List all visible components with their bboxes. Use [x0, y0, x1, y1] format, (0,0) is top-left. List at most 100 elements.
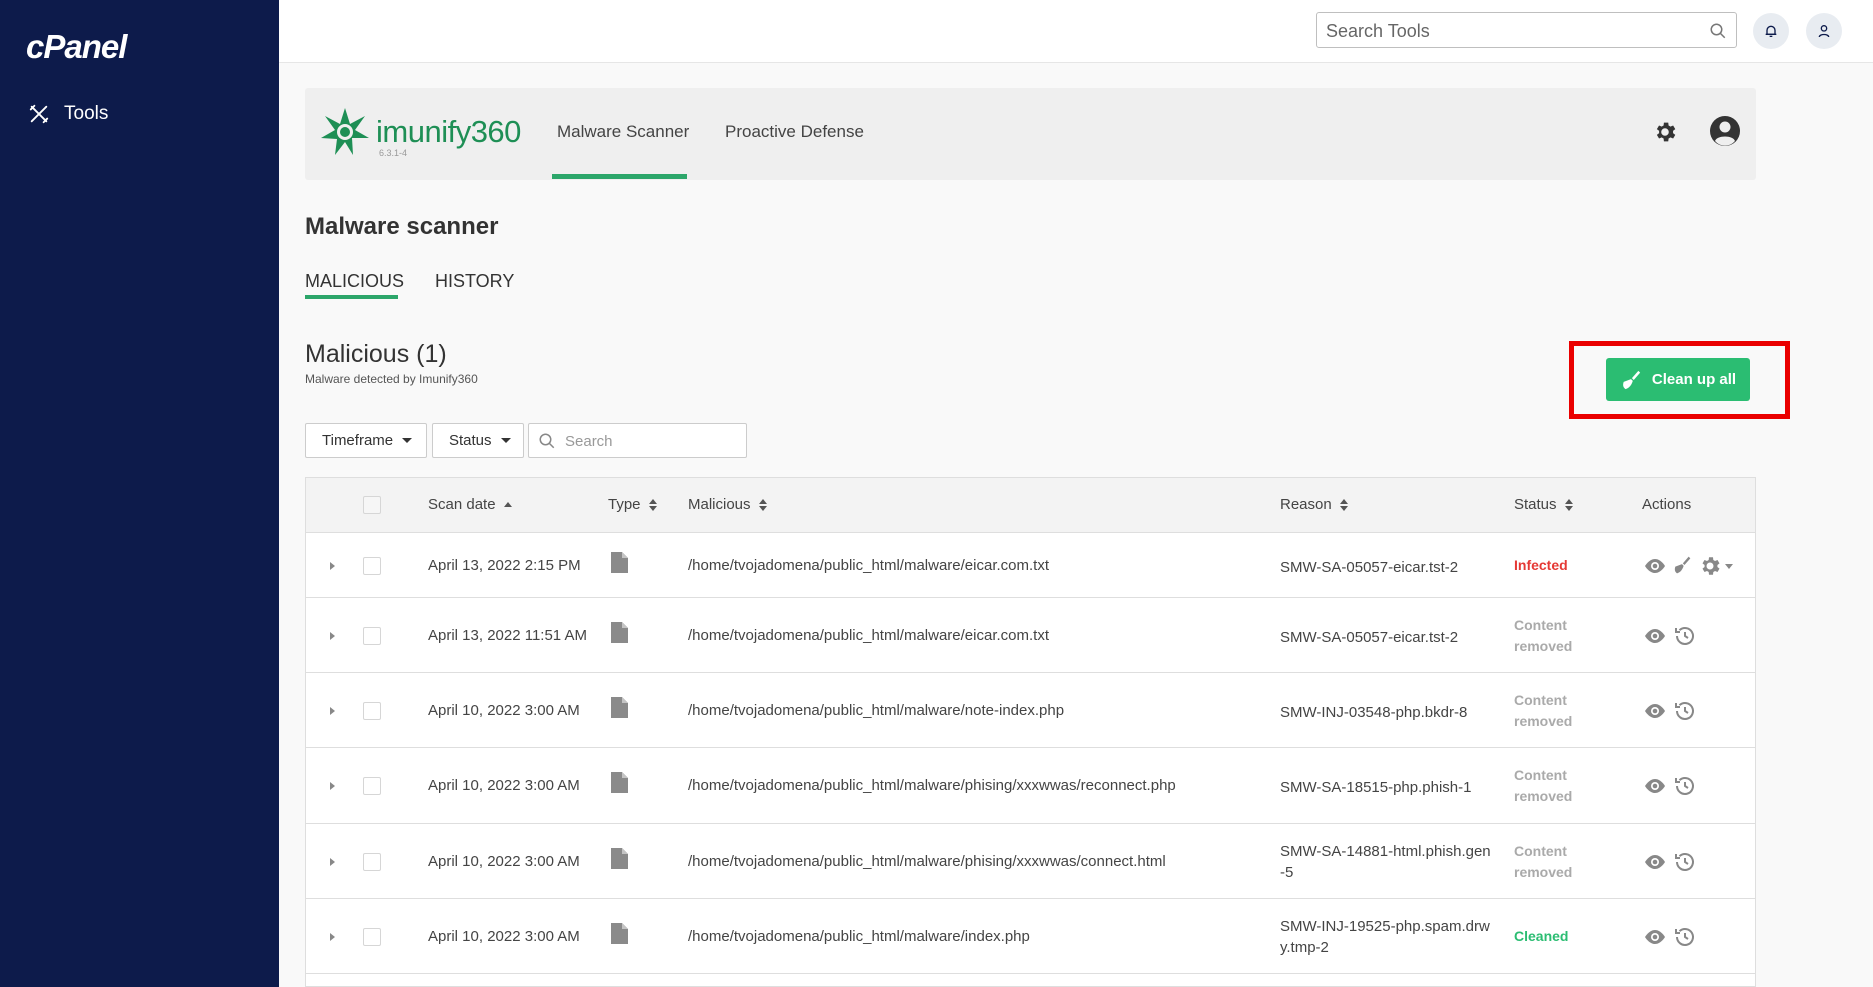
- malicious-path: /home/tvojadomena/public_html/malware/ph…: [688, 852, 1166, 870]
- row-checkbox[interactable]: [363, 556, 381, 575]
- scan-date: April 10, 2022 3:00 AM: [428, 701, 580, 719]
- sort-icon: [758, 498, 767, 511]
- imunify-logo: imunify360 6.3.1-4: [319, 106, 521, 158]
- restore-history-icon[interactable]: [1673, 699, 1697, 723]
- clean-up-all-label: Clean up all: [1651, 371, 1737, 388]
- row-checkbox[interactable]: [363, 777, 381, 795]
- imunify-header: imunify360 6.3.1-4 Malware Scanner Proac…: [305, 88, 1756, 180]
- row-checkbox[interactable]: [363, 701, 381, 720]
- scan-date: April 13, 2022 2:15 PM: [428, 556, 581, 574]
- search-tools-input[interactable]: Search Tools: [1316, 12, 1737, 48]
- timeframe-dropdown[interactable]: Timeframe: [305, 423, 427, 458]
- malicious-path: /home/tvojadomena/public_html/malware/ei…: [688, 626, 1049, 644]
- view-eye-icon[interactable]: [1643, 624, 1667, 648]
- page-title: Malware scanner: [305, 213, 499, 240]
- status-badge: Content removed: [1514, 691, 1573, 729]
- file-icon: [611, 772, 628, 793]
- sidebar: cPanel Tools: [0, 0, 279, 987]
- malicious-path: /home/tvojadomena/public_html/malware/ph…: [688, 777, 1176, 794]
- search-icon: [539, 433, 555, 449]
- search-tools-placeholder: Search Tools: [1326, 21, 1430, 41]
- notifications-button[interactable]: [1753, 13, 1789, 49]
- row-checkbox[interactable]: [363, 927, 381, 946]
- expand-row-icon[interactable]: [330, 561, 335, 570]
- scan-date: April 10, 2022 3:00 AM: [428, 852, 580, 870]
- table-row[interactable]: April 13, 2022 2:15 PM/home/tvojadomena/…: [306, 533, 1755, 598]
- restore-history-icon[interactable]: [1673, 850, 1697, 874]
- file-icon: [611, 847, 628, 869]
- reason: SMW-SA-05057-eicar.tst-2: [1280, 558, 1459, 576]
- view-eye-icon[interactable]: [1643, 554, 1667, 578]
- restore-history-icon[interactable]: [1673, 925, 1697, 949]
- account-icon[interactable]: [1709, 115, 1741, 147]
- tab-history[interactable]: HISTORY: [435, 271, 514, 292]
- tab-malware-scanner[interactable]: Malware Scanner: [557, 122, 689, 142]
- expand-row-icon[interactable]: [330, 706, 335, 715]
- malicious-path: /home/tvojadomena/public_html/malware/in…: [688, 927, 1030, 945]
- view-eye-icon[interactable]: [1643, 699, 1667, 723]
- sort-icon: [648, 498, 657, 511]
- table-header: Scan date Type Malicious Reason Status A…: [306, 478, 1755, 533]
- file-icon: [611, 696, 628, 718]
- caret-down-icon[interactable]: [1725, 563, 1733, 569]
- bell-icon: [1765, 25, 1777, 37]
- expand-row-icon[interactable]: [330, 932, 335, 941]
- expand-row-icon[interactable]: [330, 782, 335, 790]
- table-row[interactable]: April 10, 2022 3:00 AM/home/tvojadomena/…: [306, 673, 1755, 748]
- expand-row-icon[interactable]: [330, 857, 335, 866]
- settings-gear-icon[interactable]: [1652, 119, 1678, 145]
- search-input[interactable]: Search: [528, 423, 747, 458]
- table-row[interactable]: April 13, 2022 11:51 AM/home/tvojadomena…: [306, 598, 1755, 673]
- column-scan-date[interactable]: Scan date: [428, 496, 512, 513]
- column-label: Reason: [1280, 496, 1332, 513]
- active-tab-indicator: [552, 174, 687, 179]
- broom-icon: [1623, 370, 1641, 389]
- scan-date: April 10, 2022 3:00 AM: [428, 777, 580, 794]
- status-dropdown[interactable]: Status: [432, 423, 524, 458]
- column-status[interactable]: Status: [1514, 496, 1573, 513]
- status-badge: Cleaned: [1514, 927, 1569, 944]
- view-eye-icon[interactable]: [1643, 774, 1667, 798]
- row-checkbox[interactable]: [363, 852, 381, 871]
- user-menu-button[interactable]: [1806, 13, 1842, 49]
- table-row[interactable]: April 10, 2022 3:00 AM/home/tvojadomena/…: [306, 748, 1755, 824]
- column-label: Malicious: [688, 496, 751, 513]
- reason: SMW-INJ-03548-php.bkdr-8: [1280, 703, 1468, 721]
- status-badge: Content removed: [1514, 616, 1573, 654]
- section-title: Malicious (1): [305, 340, 447, 368]
- tab-malicious[interactable]: MALICIOUS: [305, 271, 404, 292]
- cleanup-broom-icon[interactable]: [1672, 555, 1692, 575]
- imunify-name: imunify360: [376, 114, 521, 149]
- status-badge: Content removed: [1514, 842, 1573, 880]
- cpanel-logo[interactable]: cPanel: [26, 28, 127, 66]
- sidebar-item-label: Tools: [64, 103, 109, 124]
- reason: SMW-INJ-19525-php.spam.drwy.tmp-2: [1280, 917, 1490, 956]
- malware-table: Scan date Type Malicious Reason Status A…: [305, 477, 1756, 987]
- column-malicious[interactable]: Malicious: [688, 496, 767, 513]
- table-row[interactable]: April 10, 2022 3:00 AM/home/tvojadomena/…: [306, 899, 1755, 974]
- view-eye-icon[interactable]: [1643, 925, 1667, 949]
- file-icon: [611, 621, 628, 643]
- tab-proactive-defense[interactable]: Proactive Defense: [725, 122, 864, 142]
- sidebar-item-tools[interactable]: Tools: [28, 103, 108, 125]
- restore-history-icon[interactable]: [1673, 774, 1697, 798]
- column-type[interactable]: Type: [608, 496, 657, 513]
- top-bar: Search Tools: [279, 0, 1873, 63]
- select-all-checkbox[interactable]: [363, 496, 381, 514]
- scan-date: April 13, 2022 11:51 AM: [428, 626, 587, 644]
- expand-row-icon[interactable]: [330, 631, 335, 640]
- column-reason[interactable]: Reason: [1280, 496, 1348, 513]
- malicious-path: /home/tvojadomena/public_html/malware/ei…: [688, 556, 1049, 574]
- user-icon: [1818, 25, 1830, 38]
- view-eye-icon[interactable]: [1643, 850, 1667, 874]
- restore-history-icon[interactable]: [1673, 624, 1697, 648]
- reason: SMW-SA-14881-html.phish.gen-5: [1280, 842, 1491, 881]
- tools-icon: [29, 104, 49, 124]
- table-row[interactable]: April 10, 2022 3:00 AM/home/tvojadomena/…: [306, 824, 1755, 899]
- status-badge: Infected: [1514, 556, 1568, 573]
- clean-up-all-button[interactable]: Clean up all: [1606, 358, 1750, 401]
- row-checkbox[interactable]: [363, 626, 381, 645]
- column-label: Status: [1514, 496, 1557, 513]
- settings-gear-icon[interactable]: [1698, 554, 1722, 578]
- timeframe-label: Timeframe: [322, 432, 394, 449]
